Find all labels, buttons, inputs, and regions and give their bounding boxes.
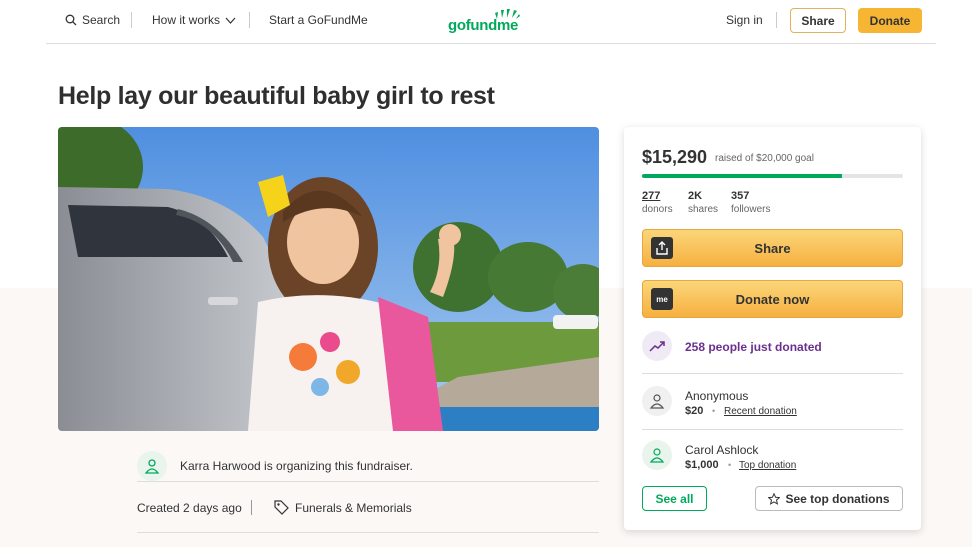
- donor-name: Anonymous: [685, 389, 749, 403]
- stat-shares: 2K shares: [688, 190, 718, 215]
- donor-avatar: [642, 440, 672, 470]
- stat-followers: 357 followers: [731, 190, 770, 215]
- donation-card: $15,290 raised of $20,000 goal 277 donor…: [624, 127, 921, 530]
- stat-value: 2K: [688, 190, 703, 202]
- organizer-text: Karra Harwood is organizing this fundrai…: [180, 459, 413, 473]
- share-button-label: Share: [754, 241, 791, 256]
- meta-divider: [251, 500, 252, 515]
- donor-avatar: [642, 386, 672, 416]
- search-label: Search: [82, 13, 121, 27]
- amount-raised: $15,290: [642, 147, 708, 167]
- recent-donation-link[interactable]: Recent donation: [724, 406, 797, 417]
- donate-now-label: Donate now: [735, 292, 810, 307]
- stat-value: 277: [642, 190, 661, 202]
- tag-icon: [274, 500, 289, 515]
- see-top-donations-label: See top donations: [785, 491, 890, 506]
- card-divider: [642, 429, 903, 430]
- donation-amount: $20: [685, 405, 704, 417]
- user-icon: [144, 459, 160, 474]
- donor-icon: [649, 394, 665, 409]
- sign-in-link[interactable]: Sign in: [726, 13, 763, 27]
- start-gofundme-link[interactable]: Start a GoFundMe: [269, 13, 368, 27]
- campaign-photo[interactable]: [58, 127, 599, 431]
- top-donation-link[interactable]: Top donation: [739, 460, 796, 471]
- category-link[interactable]: Funerals & Memorials: [274, 500, 412, 515]
- header-donate-button[interactable]: Donate: [858, 8, 922, 33]
- created-date: Created 2 days ago: [137, 501, 242, 515]
- trending-donations-text: 258 people just donated: [685, 340, 822, 354]
- gofundme-logo[interactable]: gofundme: [448, 8, 521, 34]
- bullet-separator: •: [712, 406, 716, 416]
- stat-label: shares: [688, 204, 719, 215]
- nav-divider: [131, 12, 132, 28]
- organizer-avatar: [137, 451, 167, 481]
- campaign-photo-image: [58, 127, 599, 431]
- logo-sunburst-icon: [495, 9, 521, 19]
- share-button[interactable]: Share: [642, 229, 903, 267]
- how-it-works-label: How it works: [152, 13, 221, 27]
- search-icon: [65, 14, 77, 26]
- donor-icon: [649, 448, 665, 463]
- goal-text: raised of $20,000 goal: [715, 153, 814, 164]
- category-label: Funerals & Memorials: [295, 500, 412, 515]
- progress-bar: [642, 174, 903, 178]
- stat-label: followers: [731, 204, 771, 215]
- start-gofundme-label: Start a GoFundMe: [269, 13, 368, 27]
- top-navigation: Search How it works Start a GoFundMe gof…: [46, 0, 936, 44]
- see-all-button[interactable]: See all: [642, 486, 707, 511]
- trending-up-icon: [642, 331, 672, 361]
- nav-divider: [776, 12, 777, 28]
- header-share-button[interactable]: Share: [790, 8, 846, 33]
- see-top-donations-button[interactable]: See top donations: [755, 486, 903, 511]
- section-divider: [137, 532, 599, 533]
- section-divider: [137, 481, 599, 482]
- donor-name: Carol Ashlock: [685, 443, 759, 457]
- card-divider: [642, 373, 903, 374]
- nav-divider: [249, 12, 250, 28]
- stat-value: 357: [731, 190, 750, 202]
- progress-bar-fill: [642, 174, 842, 178]
- bullet-separator: •: [728, 460, 732, 470]
- search-link[interactable]: Search: [65, 13, 120, 27]
- donation-amount: $1,000: [685, 459, 719, 471]
- campaign-title: Help lay our beautiful baby girl to rest: [58, 82, 495, 110]
- star-icon: [768, 492, 781, 505]
- stat-donors[interactable]: 277 donors: [642, 190, 673, 215]
- donate-now-button[interactable]: me Donate now: [642, 280, 903, 318]
- how-it-works-menu[interactable]: How it works: [152, 13, 236, 27]
- sign-in-label: Sign in: [726, 13, 763, 27]
- chevron-down-icon: [225, 17, 236, 24]
- stat-label: donors: [642, 204, 673, 215]
